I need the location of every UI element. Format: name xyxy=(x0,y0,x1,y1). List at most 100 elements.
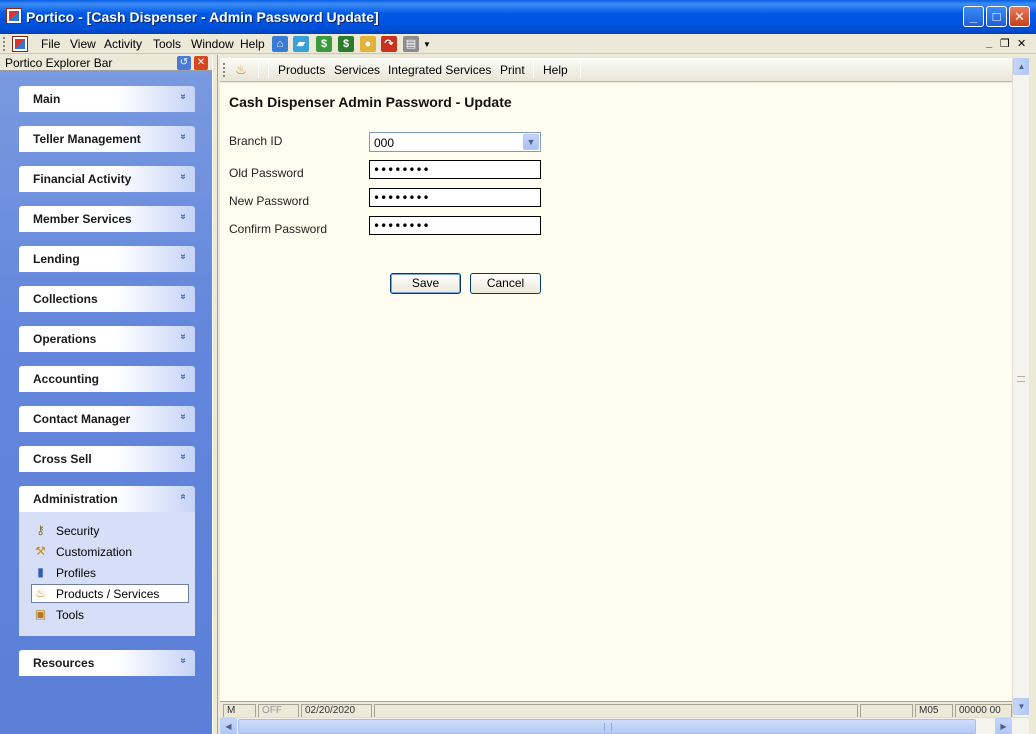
group-label: Operations xyxy=(33,332,97,346)
chevron-expand-icon: » xyxy=(177,373,189,380)
card-icon[interactable]: ▰ xyxy=(293,36,309,52)
toolbar-grip-icon[interactable] xyxy=(223,63,226,77)
scroll-down-icon[interactable]: ▼ xyxy=(1013,698,1030,715)
scroll-right-icon[interactable]: ▶ xyxy=(995,718,1012,734)
mdi-restore-button[interactable]: ❐ xyxy=(1000,37,1010,50)
group-label: Collections xyxy=(33,292,98,306)
menu-bar: File View Activity Tools Window Help ⌂ ▰… xyxy=(0,34,1036,54)
group-label: Cross Sell xyxy=(33,452,92,466)
administration-panel: ⚷ Security ⚒ Customization ▮ Profiles ♨ … xyxy=(19,512,195,636)
save-button[interactable]: Save xyxy=(390,273,461,294)
products-icon: ♨ xyxy=(35,586,46,600)
money-icon[interactable]: $ xyxy=(316,36,332,52)
group-teller-management[interactable]: Teller Management » xyxy=(19,126,195,152)
admin-item-label: Profiles xyxy=(56,566,97,580)
admin-item-label: Products / Services xyxy=(56,587,160,601)
group-label: Accounting xyxy=(33,372,99,386)
group-main[interactable]: Main » xyxy=(19,86,195,112)
group-resources[interactable]: Resources » xyxy=(19,650,195,676)
group-label: Resources xyxy=(33,656,95,670)
toolbar-print[interactable]: Print xyxy=(500,63,525,77)
group-administration[interactable]: Administration « xyxy=(19,486,195,512)
minimize-button[interactable]: _ xyxy=(963,6,984,27)
portico-menu-icon[interactable] xyxy=(12,36,28,52)
chevron-expand-icon: » xyxy=(177,657,189,664)
scroll-thumb[interactable] xyxy=(238,719,976,734)
toolbar-services[interactable]: Services xyxy=(334,63,380,77)
admin-item-profiles[interactable]: ▮ Profiles xyxy=(31,563,189,582)
vertical-scrollbar[interactable]: ▲ ▼ xyxy=(1012,58,1030,717)
pin-icon[interactable]: ↺ xyxy=(177,56,191,70)
close-button[interactable]: ✕ xyxy=(1009,6,1030,27)
portico-app-icon[interactable] xyxy=(6,8,22,24)
window-edge xyxy=(1029,55,1036,734)
group-collections[interactable]: Collections » xyxy=(19,286,195,312)
scroll-up-icon[interactable]: ▲ xyxy=(1013,58,1030,75)
chevron-expand-icon: » xyxy=(177,413,189,420)
chevron-expand-icon: » xyxy=(177,173,189,180)
content-area: Cash Dispenser Admin Password - Update B… xyxy=(220,83,1012,701)
group-member-services[interactable]: Member Services » xyxy=(19,206,195,232)
group-label: Main xyxy=(33,92,61,106)
toolbar-help[interactable]: Help xyxy=(543,63,568,77)
toolbar-grip-icon[interactable] xyxy=(3,37,6,51)
admin-item-security[interactable]: ⚷ Security xyxy=(31,521,189,540)
group-cross-sell[interactable]: Cross Sell » xyxy=(19,446,195,472)
old-password-label: Old Password xyxy=(229,166,304,180)
coin-bag-icon[interactable]: ● xyxy=(360,36,376,52)
explorer-bar: Portico Explorer Bar ↺ ✕ Main » Teller M… xyxy=(0,55,212,734)
window-title: Portico - [Cash Dispenser - Admin Passwo… xyxy=(26,9,379,25)
horizontal-scrollbar[interactable]: ◀ ▶ xyxy=(220,717,1029,734)
menu-file[interactable]: File xyxy=(41,37,60,51)
scroll-left-icon[interactable]: ◀ xyxy=(220,718,237,734)
network-icon[interactable]: ⌂ xyxy=(272,36,288,52)
cancel-button[interactable]: Cancel xyxy=(470,273,541,294)
chevron-collapse-icon: « xyxy=(177,493,189,500)
chevron-expand-icon: » xyxy=(177,133,189,140)
old-password-field[interactable]: •••••••• xyxy=(369,160,541,179)
group-lending[interactable]: Lending » xyxy=(19,246,195,272)
menu-activity[interactable]: Activity xyxy=(104,37,142,51)
confirm-password-label: Confirm Password xyxy=(229,222,328,236)
menu-window[interactable]: Window xyxy=(191,37,234,51)
products-services-icon[interactable]: ♨ xyxy=(232,62,250,78)
redo-arrow-icon[interactable]: ↷ xyxy=(381,36,397,52)
status-blank xyxy=(860,704,913,717)
branch-id-label: Branch ID xyxy=(229,134,283,148)
status-indicator: OFF xyxy=(258,704,299,717)
admin-item-products-services[interactable]: ♨ Products / Services xyxy=(31,584,189,603)
maximize-button[interactable]: □ xyxy=(986,6,1007,27)
new-password-field[interactable]: •••••••• xyxy=(369,188,541,207)
group-accounting[interactable]: Accounting » xyxy=(19,366,195,392)
group-operations[interactable]: Operations » xyxy=(19,326,195,352)
group-label: Lending xyxy=(33,252,80,266)
group-contact-manager[interactable]: Contact Manager » xyxy=(19,406,195,432)
admin-item-customization[interactable]: ⚒ Customization xyxy=(31,542,189,561)
confirm-password-field[interactable]: •••••••• xyxy=(369,216,541,235)
branch-id-select[interactable]: 000 ▼ xyxy=(369,132,541,152)
chevron-expand-icon: » xyxy=(177,333,189,340)
group-label: Member Services xyxy=(33,212,132,226)
group-label: Teller Management xyxy=(33,132,141,146)
menu-tools[interactable]: Tools xyxy=(153,37,181,51)
menu-view[interactable]: View xyxy=(70,37,96,51)
toolbar-separator xyxy=(268,62,269,78)
explorer-close-icon[interactable]: ✕ xyxy=(194,56,208,70)
menu-help[interactable]: Help xyxy=(240,37,265,51)
group-label: Financial Activity xyxy=(33,172,132,186)
admin-item-label: Security xyxy=(56,524,100,538)
admin-item-tools[interactable]: ▣ Tools xyxy=(31,605,189,624)
chevron-down-icon[interactable]: ▼ xyxy=(523,134,539,150)
toolbar-products[interactable]: Products xyxy=(278,63,325,77)
mdi-minimize-button[interactable]: _ xyxy=(986,37,992,49)
explorer-title: Portico Explorer Bar xyxy=(5,56,113,70)
toolbar-integrated-services[interactable]: Integrated Services xyxy=(388,63,491,77)
mdi-close-button[interactable]: ✕ xyxy=(1017,37,1026,50)
cash-icon[interactable]: $ xyxy=(338,36,354,52)
printer-icon[interactable]: ▤ xyxy=(403,36,419,52)
new-password-label: New Password xyxy=(229,194,310,208)
toolbar-separator xyxy=(533,62,534,78)
group-financial-activity[interactable]: Financial Activity » xyxy=(19,166,195,192)
chevron-down-icon[interactable]: ▼ xyxy=(423,40,431,49)
explorer-splitter[interactable] xyxy=(212,55,218,734)
